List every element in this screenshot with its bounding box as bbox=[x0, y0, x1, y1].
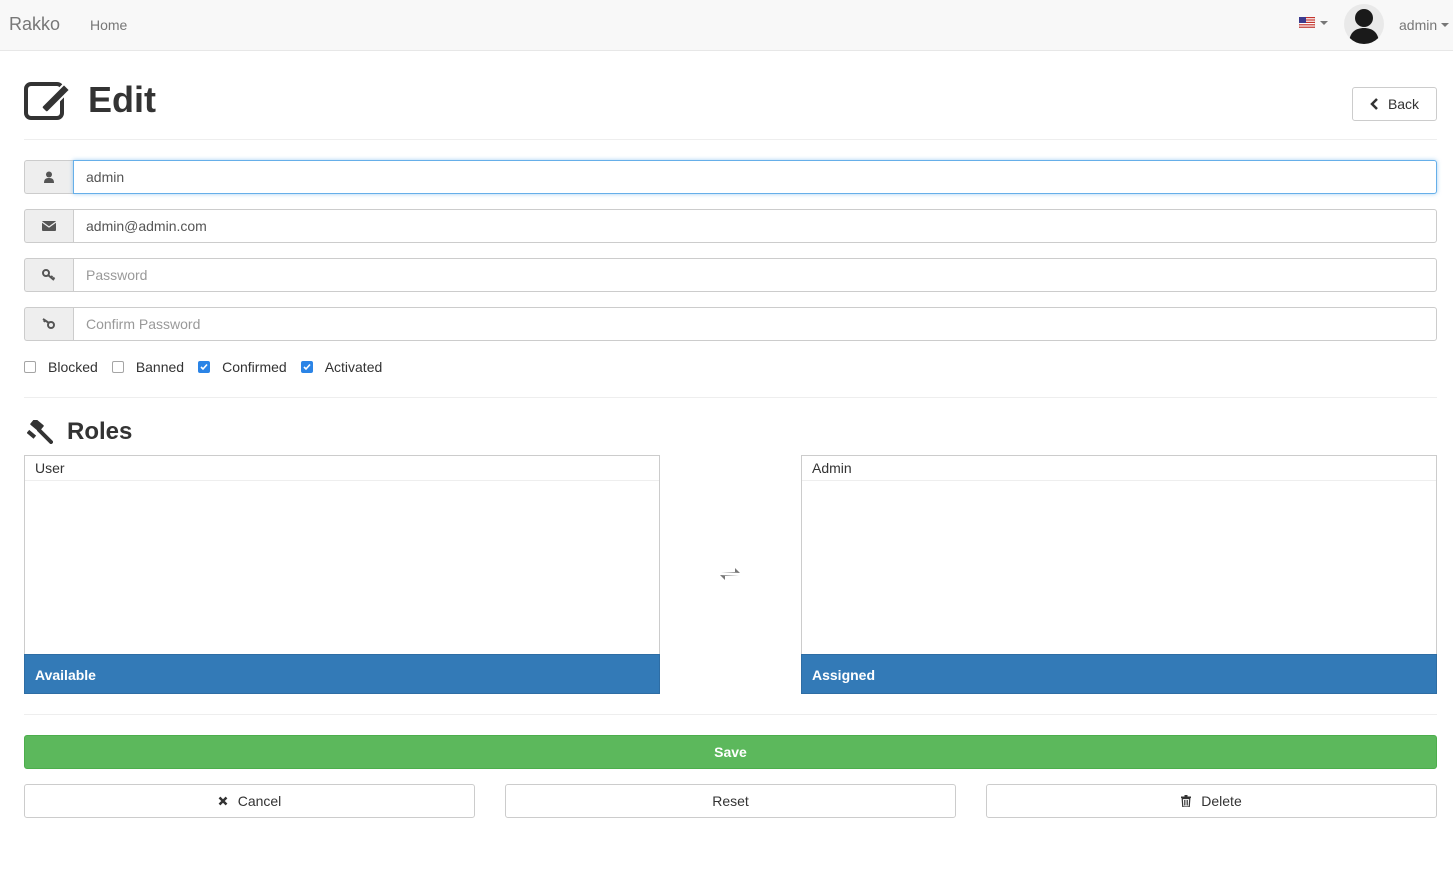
checkbox-label: Activated bbox=[324, 359, 383, 375]
caret-down-icon bbox=[1441, 23, 1450, 27]
divider bbox=[24, 714, 1437, 715]
chevron-left-icon bbox=[1370, 98, 1378, 110]
available-roles-list[interactable]: User bbox=[24, 455, 660, 654]
checkbox-banned[interactable]: Banned bbox=[111, 359, 185, 375]
gavel-icon bbox=[27, 420, 53, 444]
password-addon bbox=[24, 258, 73, 292]
cancel-label: Cancel bbox=[237, 793, 282, 809]
status-checkboxes: Blocked Banned Confirmed Activated bbox=[24, 359, 396, 375]
username-input[interactable] bbox=[73, 160, 1437, 194]
nav-home-link[interactable]: Home bbox=[90, 17, 127, 33]
assigned-roles-box: Admin Assigned bbox=[801, 455, 1437, 694]
key-icon bbox=[42, 269, 56, 281]
delete-label: Delete bbox=[1201, 793, 1242, 809]
save-button[interactable]: Save bbox=[24, 735, 1437, 769]
available-footer: Available bbox=[24, 654, 660, 694]
divider bbox=[24, 139, 1437, 140]
exchange-icon bbox=[720, 568, 740, 580]
roles-header: Roles bbox=[27, 418, 132, 446]
checkbox-blocked[interactable]: Blocked bbox=[24, 359, 98, 375]
us-flag-icon bbox=[1299, 17, 1315, 28]
user-menu[interactable]: admin bbox=[1399, 17, 1450, 33]
checkbox-box[interactable] bbox=[198, 361, 211, 373]
check-icon bbox=[200, 363, 208, 371]
password-group bbox=[24, 258, 1437, 292]
checkbox-activated[interactable]: Activated bbox=[300, 359, 383, 375]
list-item[interactable]: User bbox=[25, 456, 659, 481]
username-addon bbox=[24, 160, 73, 194]
checkbox-label: Confirmed bbox=[222, 359, 287, 375]
trash-icon bbox=[1181, 795, 1192, 807]
back-label: Back bbox=[1387, 96, 1420, 112]
list-item[interactable]: Admin bbox=[802, 456, 1436, 481]
checkbox-box[interactable] bbox=[24, 361, 36, 373]
password-input[interactable] bbox=[73, 258, 1437, 292]
email-input[interactable] bbox=[73, 209, 1437, 243]
page-title: Edit bbox=[88, 79, 156, 120]
close-icon bbox=[218, 796, 228, 806]
edit-icon bbox=[24, 82, 72, 120]
confirm-key-icon bbox=[42, 318, 55, 329]
assigned-footer: Assigned bbox=[801, 654, 1437, 694]
page-header: Edit bbox=[24, 79, 156, 121]
checkbox-label: Blocked bbox=[48, 359, 98, 375]
assigned-roles-list[interactable]: Admin bbox=[801, 455, 1437, 654]
user-silhouette-icon bbox=[1349, 9, 1379, 44]
brand[interactable]: Rakko bbox=[9, 14, 60, 35]
divider bbox=[24, 397, 1437, 398]
check-icon bbox=[303, 363, 311, 371]
navbar: Rakko Home admin bbox=[0, 0, 1453, 51]
checkbox-label: Banned bbox=[135, 359, 185, 375]
user-name: admin bbox=[1399, 17, 1438, 33]
delete-button[interactable]: Delete bbox=[986, 784, 1437, 818]
caret-down-icon bbox=[1320, 20, 1328, 25]
cancel-button[interactable]: Cancel bbox=[24, 784, 475, 818]
confirm-password-addon bbox=[24, 307, 73, 341]
reset-label: Reset bbox=[712, 793, 749, 809]
checkbox-box[interactable] bbox=[300, 361, 313, 373]
roles-title: Roles bbox=[67, 418, 133, 445]
user-icon bbox=[44, 171, 54, 183]
checkbox-confirmed[interactable]: Confirmed bbox=[198, 359, 287, 375]
swap-roles-button[interactable] bbox=[719, 565, 741, 586]
confirm-password-input[interactable] bbox=[73, 307, 1437, 341]
email-addon bbox=[24, 209, 73, 243]
checkbox-box[interactable] bbox=[111, 361, 124, 373]
confirm-password-group bbox=[24, 307, 1437, 341]
reset-button[interactable]: Reset bbox=[505, 784, 956, 818]
username-group bbox=[24, 160, 1437, 194]
avatar[interactable] bbox=[1344, 4, 1384, 44]
language-dropdown[interactable] bbox=[1299, 17, 1328, 28]
back-button[interactable]: Back bbox=[1352, 87, 1437, 121]
available-roles-box: User Available bbox=[24, 455, 660, 694]
email-group bbox=[24, 209, 1437, 243]
envelope-icon bbox=[42, 221, 56, 231]
